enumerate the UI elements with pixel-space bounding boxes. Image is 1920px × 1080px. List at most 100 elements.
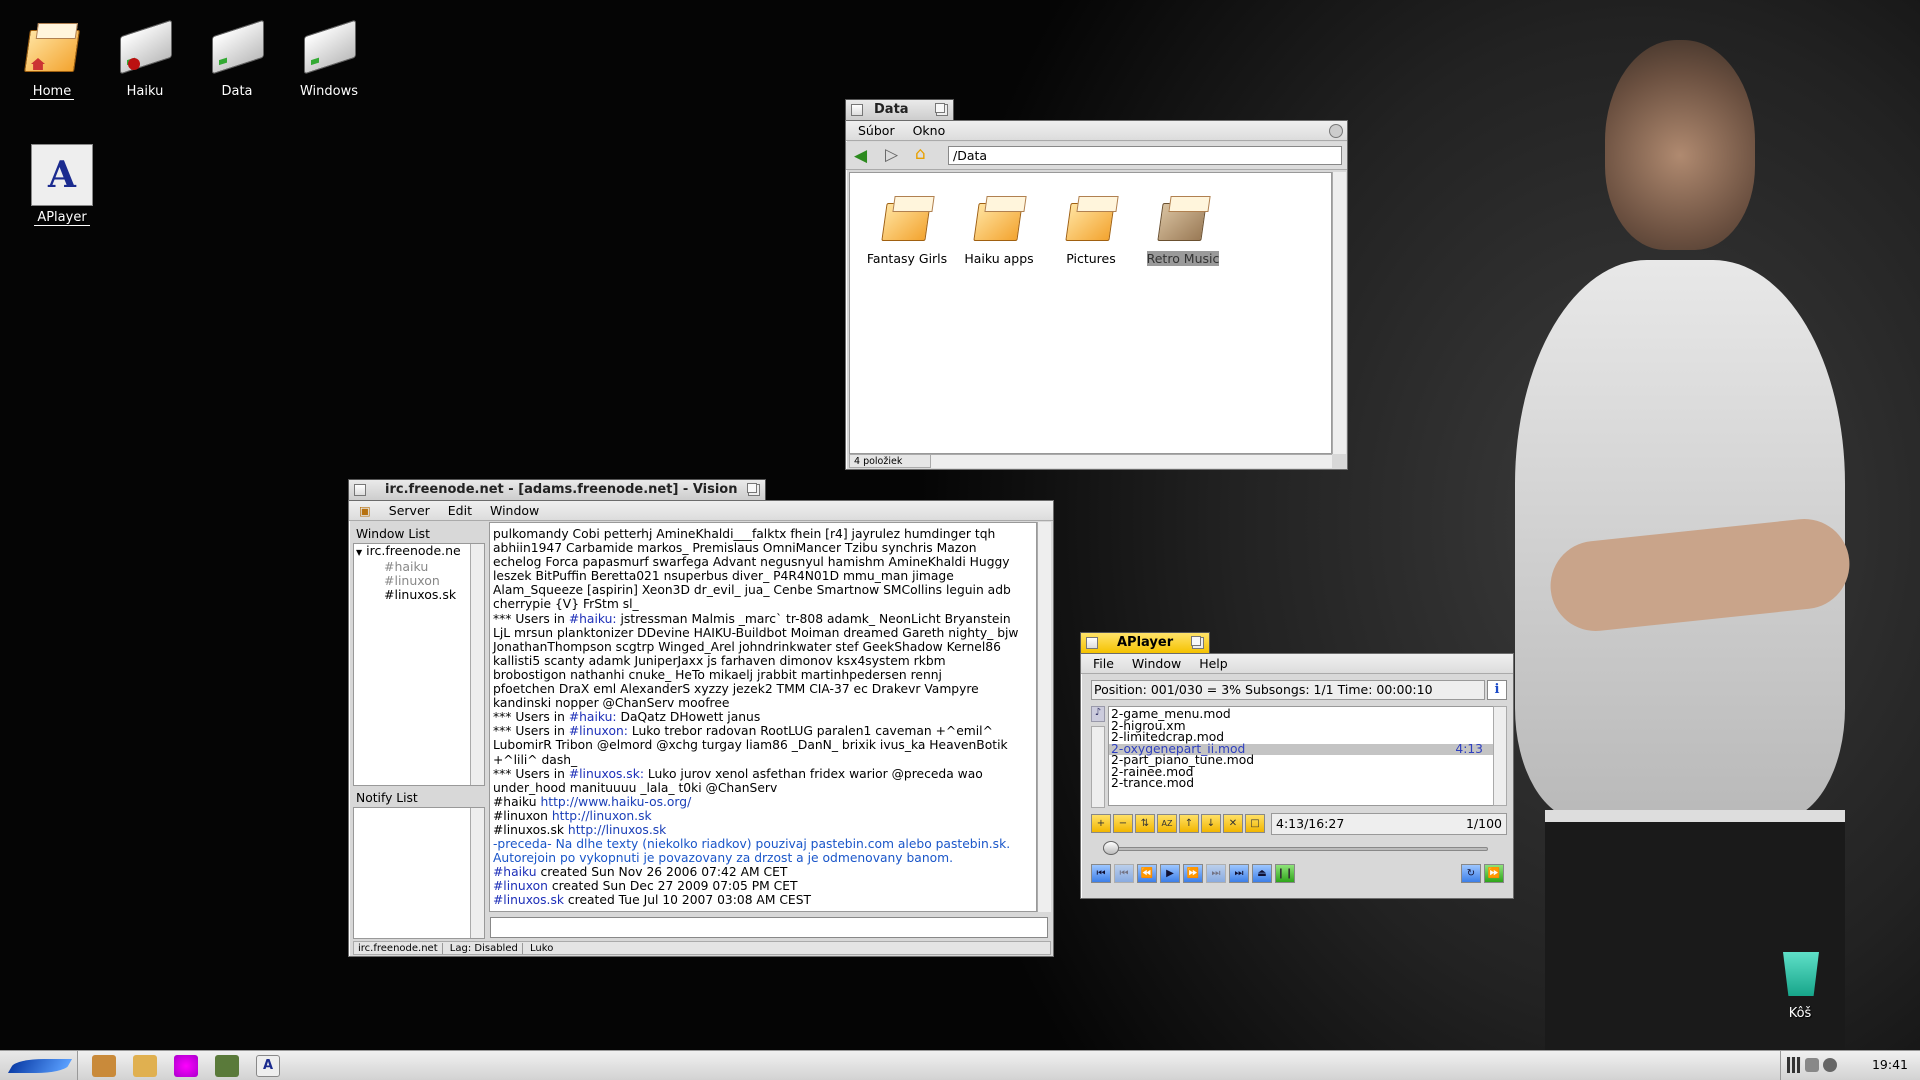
seek-slider-knob[interactable]	[1102, 841, 1119, 855]
pause-button[interactable]: ❙❙	[1275, 864, 1295, 883]
channel-link[interactable]: #haiku:	[569, 710, 617, 724]
message-input[interactable]	[490, 917, 1048, 938]
menu-edit[interactable]: Edit	[441, 501, 479, 520]
collapse-triangle-icon[interactable]: ▼	[356, 548, 362, 557]
desktop-icon-home[interactable]: Home	[2, 18, 102, 100]
horizontal-scrollbar[interactable]	[931, 454, 1332, 468]
fast-forward-button[interactable]: ⏩	[1183, 864, 1203, 883]
media-app-icon[interactable]	[174, 1055, 198, 1077]
window-title: irc.freenode.net - [adams.freenode.net] …	[385, 482, 738, 497]
channel-link[interactable]: #linuxon:	[569, 724, 628, 738]
vision-title-tab[interactable]: irc.freenode.net - [adams.freenode.net] …	[348, 479, 766, 500]
message-scrollbar[interactable]	[1037, 522, 1051, 912]
save-list-button[interactable]: □	[1245, 814, 1265, 833]
zoom-button[interactable]	[1191, 636, 1204, 649]
playlist-side-icon[interactable]: ♪	[1091, 706, 1105, 722]
remove-file-button[interactable]: −	[1113, 814, 1133, 833]
channel-link[interactable]: #linuxos.sk	[493, 893, 564, 907]
menu-file[interactable]: File	[1081, 654, 1121, 673]
channel-link[interactable]: #linuxos.sk:	[569, 767, 644, 781]
folder-item-selected[interactable]: Retro Music	[1138, 193, 1228, 266]
leaf-menu-icon[interactable]	[0, 1051, 78, 1080]
menu-window[interactable]: Window	[483, 501, 546, 520]
loop-button[interactable]: ↻	[1461, 864, 1481, 883]
app-menu-icon[interactable]: ▣	[349, 501, 375, 520]
up-folder-icon[interactable]: ⌂	[915, 146, 926, 163]
eject-button[interactable]: ⏏	[1252, 864, 1272, 883]
back-arrow-icon[interactable]: ◀	[854, 148, 867, 165]
menu-server[interactable]: Server	[379, 501, 437, 520]
aplayer-app-icon[interactable]: A	[256, 1055, 280, 1077]
play-button[interactable]: ▶	[1160, 864, 1180, 883]
message-line: LubomirR Tribon @elmord @xchg turgay lia…	[493, 738, 1036, 752]
close-button[interactable]	[354, 484, 366, 496]
desktop-icon-haiku[interactable]: Haiku	[95, 18, 195, 99]
clear-list-button[interactable]: ✕	[1223, 814, 1243, 833]
volume-count: 1/100	[1465, 816, 1502, 831]
channel-link[interactable]: #haiku	[493, 865, 537, 879]
path-field[interactable]	[948, 146, 1342, 165]
close-button[interactable]	[851, 104, 863, 116]
url-link[interactable]: http://linuxos.sk	[568, 823, 666, 837]
prev-subsong-button[interactable]: ⏮	[1114, 864, 1134, 883]
notify-list-scrollbar[interactable]	[470, 808, 484, 938]
channel-link[interactable]: #haiku:	[569, 612, 617, 626]
menu-window[interactable]: Window	[1125, 654, 1188, 673]
rewind-button[interactable]: ⏪	[1137, 864, 1157, 883]
seek-track[interactable]	[1103, 847, 1488, 851]
message-text: kandinski nopper @ChanServ moofree	[493, 696, 730, 711]
vision-app-icon[interactable]	[215, 1055, 239, 1077]
message-line: #haiku created Sun Nov 26 2006 07:42 AM …	[493, 865, 1036, 879]
url-link[interactable]: http://linuxon.sk	[552, 809, 652, 823]
menu-subor[interactable]: Súbor	[846, 121, 902, 140]
zoom-button[interactable]	[935, 103, 948, 116]
close-button[interactable]	[1086, 637, 1098, 649]
windows-disk-icon	[304, 19, 356, 75]
add-file-button[interactable]: +	[1091, 814, 1111, 833]
window-title: APlayer	[1117, 635, 1174, 650]
shuffle-button[interactable]: ⇅	[1135, 814, 1155, 833]
channel-item[interactable]: #linuxon	[354, 574, 484, 588]
trash-icon-container[interactable]: Kôš	[1750, 940, 1850, 1021]
desktop-icon-windows[interactable]: Windows	[279, 18, 379, 99]
desktop-icon-aplayer[interactable]: A APlayer	[12, 144, 112, 226]
zoom-button[interactable]	[747, 483, 760, 496]
volume-icon[interactable]	[1823, 1058, 1837, 1072]
network-icon[interactable]	[1805, 1058, 1819, 1072]
options-icon[interactable]	[1329, 124, 1343, 138]
vertical-scrollbar[interactable]	[1332, 172, 1346, 454]
move-down-button[interactable]: ↓	[1201, 814, 1221, 833]
sample-info-button[interactable]: ⏩	[1484, 864, 1504, 883]
tracker-title-tab[interactable]: Data	[845, 99, 954, 120]
cpu-monitor-icon[interactable]	[1787, 1057, 1801, 1073]
folder-item[interactable]: Fantasy Girls	[862, 193, 952, 266]
aplayer-title-tab[interactable]: APlayer	[1080, 632, 1210, 653]
server-item[interactable]: ▼ irc.freenode.ne	[354, 544, 470, 560]
tracker-app-icon[interactable]	[92, 1055, 116, 1077]
desktop-icon-data[interactable]: Data	[187, 18, 287, 99]
prev-module-button[interactable]: ⏮	[1091, 864, 1111, 883]
channel-item[interactable]: #haiku	[354, 560, 484, 574]
menu-help[interactable]: Help	[1192, 654, 1235, 673]
info-icon[interactable]: i	[1487, 680, 1507, 700]
next-module-button[interactable]: ⏭	[1229, 864, 1249, 883]
window-list-scrollbar[interactable]	[470, 544, 484, 785]
package-app-icon[interactable]	[133, 1055, 157, 1077]
forward-arrow-icon[interactable]: ▷	[885, 147, 898, 164]
message-line: cherrypie {V} FrStm sl_	[493, 597, 1036, 611]
url-link[interactable]: http://www.haiku-os.org/	[541, 795, 692, 809]
desktop-icon-label: Windows	[299, 84, 359, 99]
playlist-left-scrollbar[interactable]	[1091, 726, 1105, 808]
menu-okno[interactable]: Okno	[906, 121, 953, 140]
channel-item[interactable]: #linuxos.sk	[354, 588, 484, 602]
sort-button[interactable]: AZ	[1157, 814, 1177, 833]
channel-link[interactable]: #linuxon	[493, 879, 548, 893]
folder-item[interactable]: Haiku apps	[954, 193, 1044, 266]
aplayer-window: File Window Help Position: 001/030 = 3% …	[1080, 653, 1514, 899]
playlist-scrollbar[interactable]	[1493, 706, 1507, 806]
folder-item[interactable]: Pictures	[1046, 193, 1136, 266]
clock[interactable]: 19:41	[1872, 1057, 1908, 1072]
playlist-item[interactable]: 2-trance.mod	[1109, 777, 1501, 790]
next-subsong-button[interactable]: ⏭	[1206, 864, 1226, 883]
move-up-button[interactable]: ↑	[1179, 814, 1199, 833]
